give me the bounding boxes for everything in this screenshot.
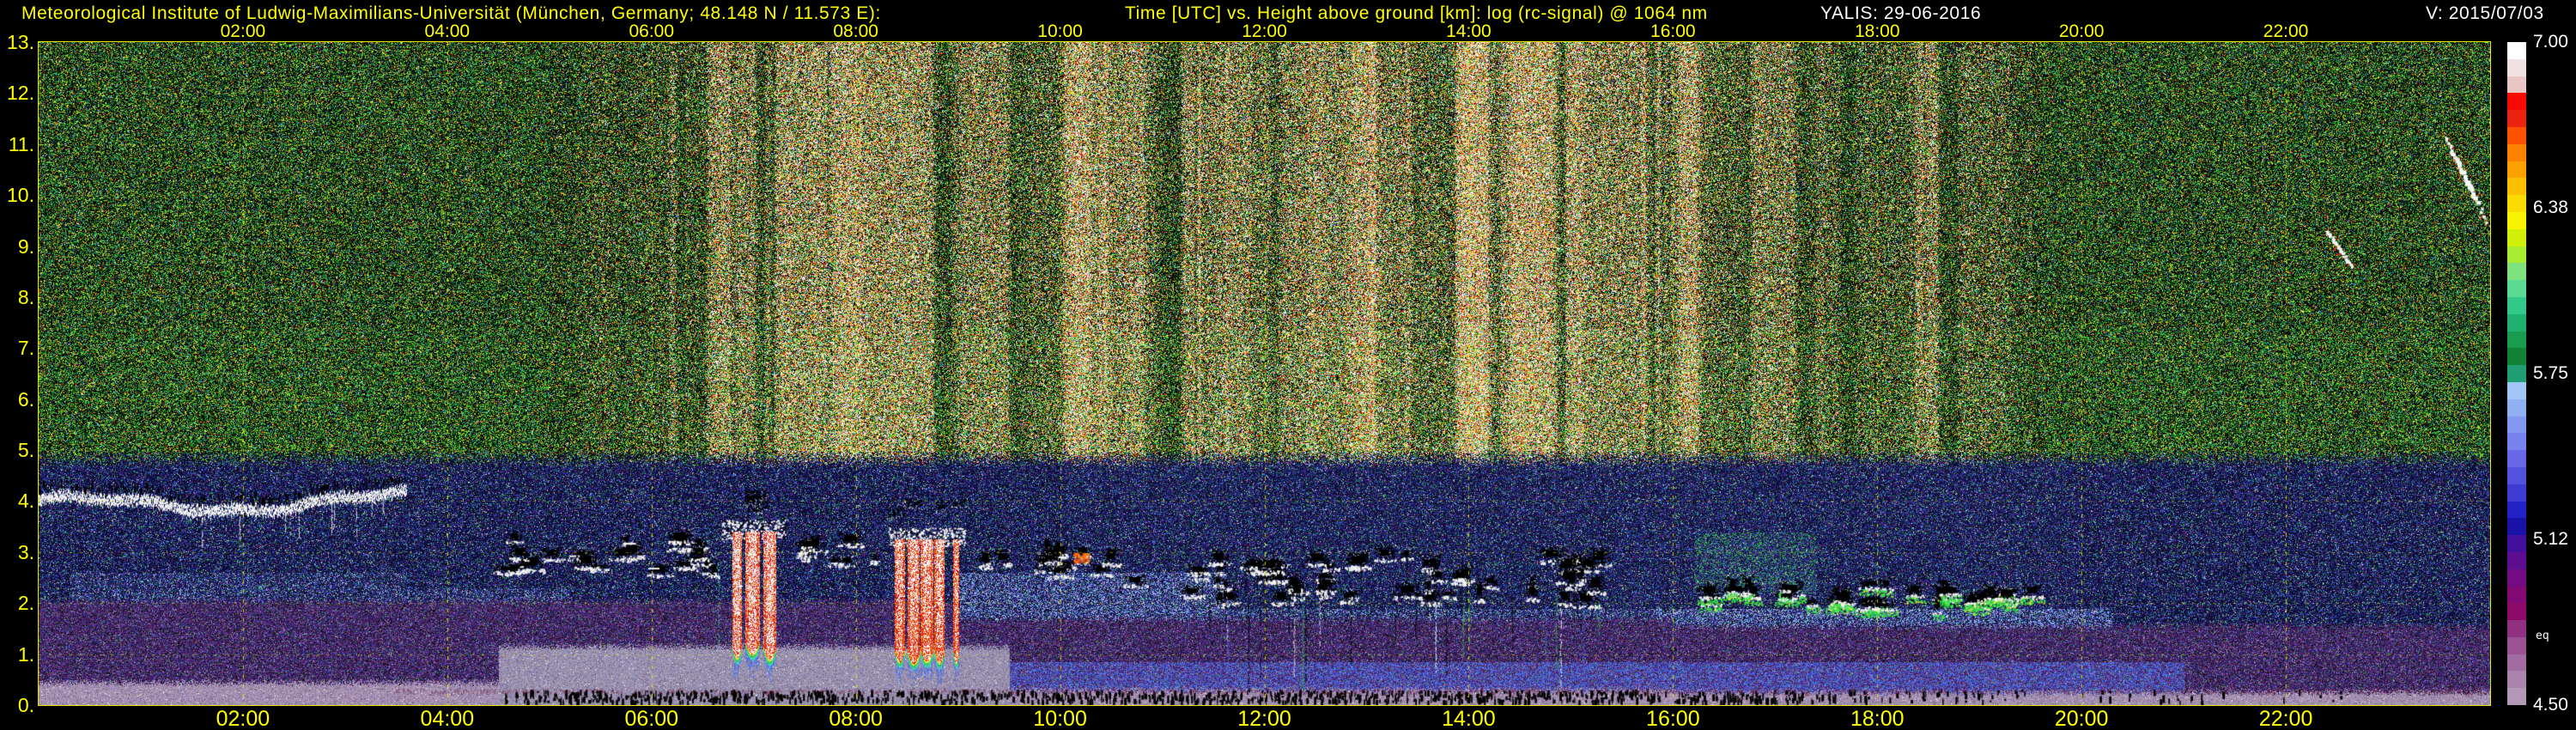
x-tick-label-top: 16:00 [1650, 21, 1696, 41]
colorbar-step [2507, 535, 2526, 552]
y-tick-label: 10. [7, 184, 34, 207]
colorbar-step [2507, 433, 2526, 451]
x-tick-label-bottom: 12:00 [1237, 707, 1291, 730]
instrument-date-label: YALIS: 29-06-2016 [1820, 3, 1982, 23]
colorbar-step [2507, 246, 2526, 264]
x-tick-label-top: 12:00 [1242, 21, 1287, 41]
x-tick-label-top: 06:00 [629, 21, 675, 41]
y-tick-label: 12. [7, 82, 34, 105]
colorbar [2507, 42, 2526, 706]
x-tick-label-bottom: 16:00 [1646, 707, 1700, 730]
x-tick-label-bottom: 06:00 [624, 707, 679, 730]
colorbar-tick-label: 6.38 [2533, 198, 2568, 217]
colorbar-step [2507, 178, 2526, 196]
colorbar-step [2507, 228, 2526, 246]
colorbar-step [2507, 211, 2526, 229]
y-tick-label: 3. [17, 540, 34, 563]
colorbar-step [2507, 671, 2526, 689]
x-tick-label-top: 04:00 [424, 21, 471, 41]
colorbar-step [2507, 195, 2526, 212]
plot-title: Time [UTC] vs. Height above ground [km]:… [1125, 3, 1708, 23]
colorbar-step [2507, 484, 2526, 502]
x-tick-label-bottom: 08:00 [829, 707, 883, 730]
colorbar-step [2507, 654, 2526, 672]
x-tick-label-bottom: 20:00 [2054, 707, 2109, 730]
colorbar-step [2507, 280, 2526, 297]
x-tick-label-top: 02:00 [220, 21, 266, 41]
y-tick-label: 11. [8, 132, 34, 155]
colorbar-step [2507, 76, 2526, 94]
x-tick-label-bottom: 22:00 [2258, 707, 2313, 730]
y-tick-label: 6. [17, 387, 34, 411]
lidar-quicklook-page: Meteorological Institute of Ludwig-Maxim… [0, 0, 2576, 730]
colorbar-step [2507, 450, 2526, 467]
colorbar-step [2507, 603, 2526, 621]
x-tick-label-top: 08:00 [833, 21, 878, 41]
y-tick-label: 8. [17, 285, 34, 308]
x-tick-label-top: 18:00 [1854, 21, 1900, 41]
colorbar-step [2507, 620, 2526, 637]
colorbar-step [2507, 636, 2526, 654]
colorbar-step [2507, 688, 2526, 706]
y-tick-label: 13. [7, 31, 34, 53]
x-tick-label-top: 20:00 [2058, 21, 2105, 41]
colorbar-note: eq [2536, 630, 2549, 642]
colorbar-tick-label: 5.12 [2533, 529, 2568, 549]
colorbar-step [2507, 110, 2526, 127]
colorbar-step [2507, 126, 2526, 144]
colorbar-step [2507, 365, 2526, 382]
y-tick-label: 1. [17, 642, 34, 666]
colorbar-step [2507, 518, 2526, 536]
version-label: V: 2015/07/03 [2426, 3, 2544, 23]
colorbar-step [2507, 551, 2526, 569]
colorbar-step [2507, 296, 2526, 314]
y-tick-label: 2. [17, 592, 34, 615]
x-tick-label-bottom: 02:00 [216, 707, 270, 730]
colorbar-tick-label: 4.50 [2533, 695, 2568, 715]
colorbar-step [2507, 569, 2526, 587]
y-tick-label: 4. [17, 490, 34, 513]
colorbar-step [2507, 466, 2526, 484]
colorbar-step [2507, 313, 2526, 332]
y-tick-label: 7. [17, 337, 34, 360]
colorbar-step [2507, 263, 2526, 281]
x-tick-label-bottom: 18:00 [1850, 707, 1905, 730]
colorbar-step [2507, 42, 2526, 59]
lidar-heatmap-canvas [39, 42, 2490, 705]
colorbar-step [2507, 331, 2526, 349]
y-tick-label: 0. [17, 694, 34, 716]
colorbar-step [2507, 501, 2526, 519]
y-tick-label: 9. [17, 234, 34, 258]
colorbar-step [2507, 161, 2526, 179]
colorbar-step [2507, 398, 2526, 417]
x-tick-label-bottom: 04:00 [420, 707, 475, 730]
colorbar-tick-label: 7.00 [2533, 32, 2568, 52]
x-tick-label-top: 22:00 [2263, 21, 2309, 41]
x-tick-label-bottom: 10:00 [1033, 707, 1087, 730]
colorbar-tick-label: 5.75 [2533, 363, 2568, 383]
colorbar-step [2507, 416, 2526, 434]
colorbar-step [2507, 586, 2526, 604]
colorbar-step [2507, 143, 2526, 161]
colorbar-step [2507, 58, 2526, 76]
plot-area [38, 41, 2491, 706]
colorbar-step [2507, 93, 2526, 111]
x-tick-label-top: 10:00 [1037, 21, 1083, 41]
colorbar-step [2507, 348, 2526, 366]
colorbar-step [2507, 381, 2526, 399]
y-tick-label: 5. [17, 439, 34, 462]
x-tick-label-top: 14:00 [1446, 21, 1492, 41]
x-tick-label-bottom: 14:00 [1442, 707, 1496, 730]
